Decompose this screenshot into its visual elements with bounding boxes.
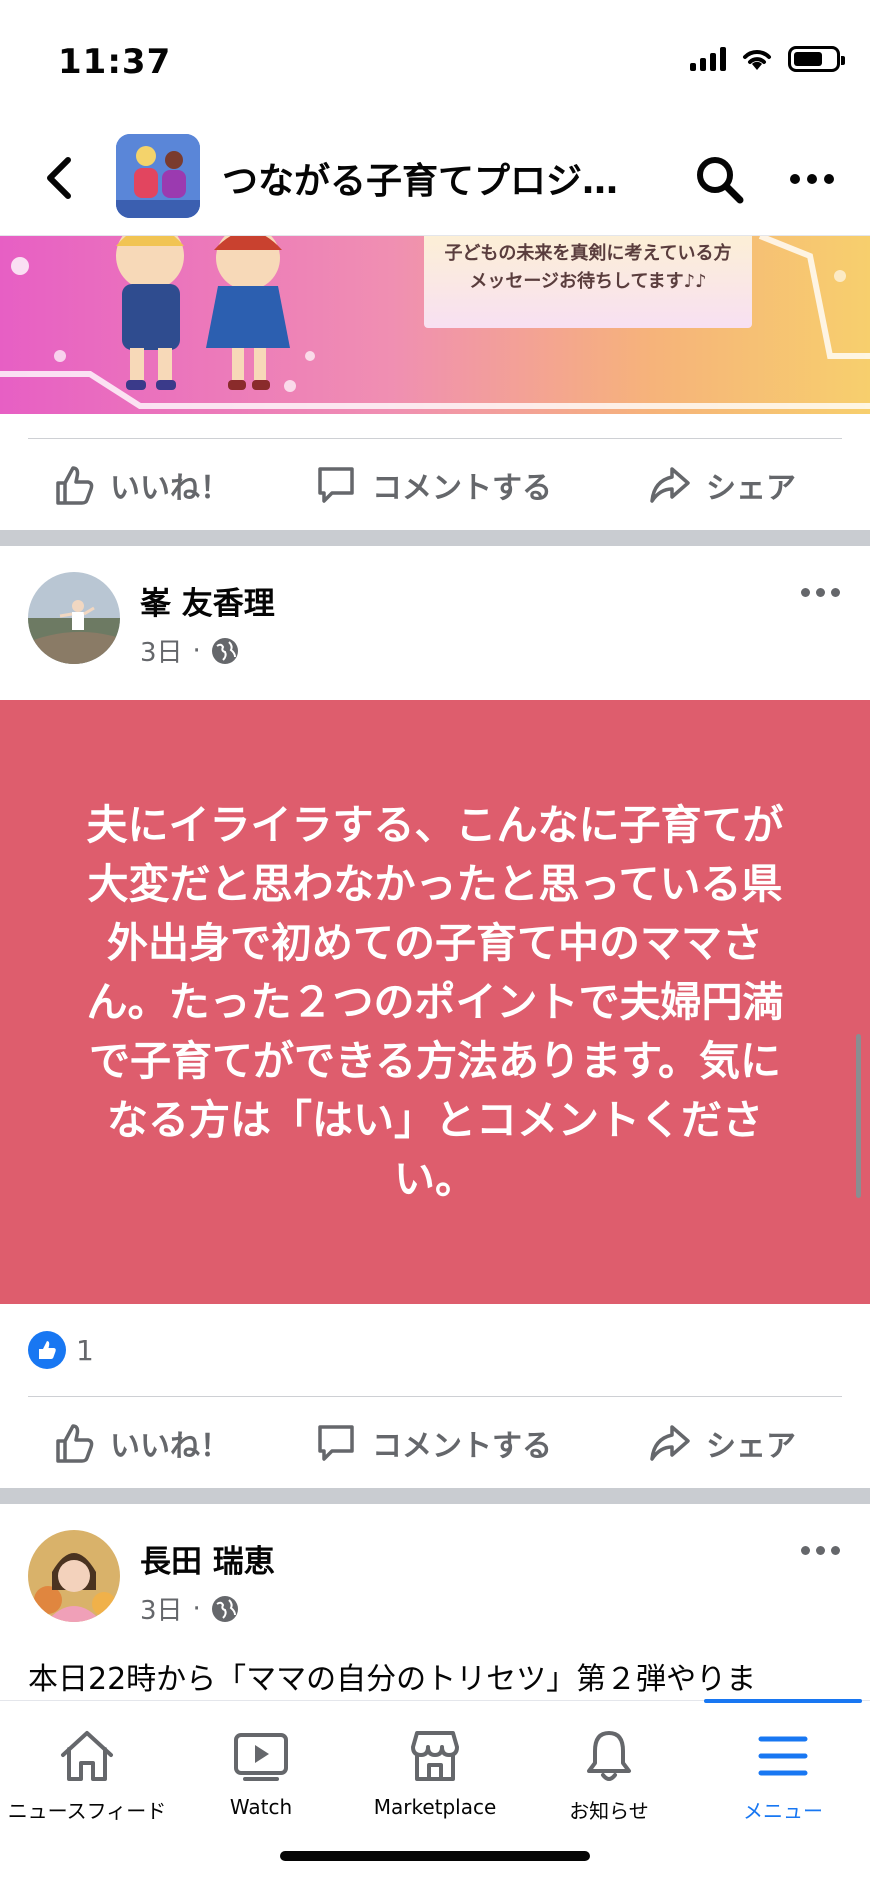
avatar[interactable] (28, 1530, 120, 1622)
globe-icon (211, 637, 238, 664)
like-reaction-icon (28, 1331, 66, 1369)
nav-label: ニュースフィード (7, 1799, 167, 1823)
home-icon (61, 1731, 113, 1781)
colored-text-post[interactable]: 夫にイライラする、こんなに子育てが大変だと思わなかったと思っている県外出身で初め… (0, 700, 870, 1304)
status-time: 11:37 (58, 42, 172, 82)
group-avatar[interactable] (116, 134, 200, 218)
home-indicator[interactable] (280, 1851, 590, 1861)
chevron-left-icon (47, 157, 71, 199)
share-button[interactable]: シェア (648, 460, 796, 510)
nav-item-marketplace[interactable]: Marketplace (348, 1701, 522, 1833)
post-author[interactable]: 峯 友香理 (140, 578, 275, 623)
bell-icon (587, 1731, 631, 1781)
post-header: 峯 友香理 3日 · (0, 546, 870, 700)
wifi-icon (743, 50, 771, 70)
meta-separator: · (192, 1593, 201, 1624)
comment-label: コメントする (372, 1429, 552, 1464)
post-meta: 3日 · (140, 1590, 239, 1627)
post-action-bar: いいね！ コメントする シェア (0, 1396, 870, 1488)
search-button[interactable] (692, 152, 748, 208)
share-icon (650, 467, 690, 503)
globe-icon (211, 1595, 238, 1622)
thumbs-up-icon (56, 1424, 94, 1463)
battery-icon (788, 46, 845, 72)
avatar-image (28, 572, 120, 664)
video-icon (234, 1733, 288, 1781)
post-time[interactable]: 3日 (140, 1590, 183, 1627)
nav-item-news-feed[interactable]: ニュースフィード (0, 1701, 174, 1833)
search-icon (697, 157, 744, 204)
comment-button[interactable]: コメントする (314, 1418, 552, 1468)
comment-icon (318, 467, 354, 503)
post-image-banner[interactable]: 子どもの未来を真剣に考えている方 メッセージお待ちしてます♪♪ (0, 236, 870, 414)
banner-line-1: 子どもの未来を真剣に考えている方 (444, 243, 732, 264)
post-meta: 3日 · (140, 632, 239, 669)
post-text[interactable]: 本日22時から「ママの自分のトリセツ」第２弾やりま (28, 1654, 756, 1698)
status-icons (690, 46, 845, 72)
meta-separator: · (192, 635, 201, 666)
divider (28, 1396, 842, 1397)
status-bar: 11:37 (0, 0, 870, 120)
reaction-count: 1 (76, 1333, 94, 1367)
like-button[interactable]: いいね！ (52, 1418, 230, 1468)
post-separator (0, 530, 870, 546)
divider (28, 438, 842, 439)
banner-message-box: 子どもの未来を真剣に考えている方 メッセージお待ちしてます♪♪ (424, 236, 752, 328)
post-header: 長田 瑞恵 3日 · (0, 1504, 870, 1658)
comment-icon (318, 1425, 354, 1461)
thumbs-up-icon (56, 466, 94, 505)
like-label: いいね！ (110, 471, 230, 506)
nav-label: メニュー (743, 1799, 823, 1823)
post-separator (0, 1488, 870, 1504)
avatar-image (28, 1530, 120, 1622)
share-icon (650, 1425, 690, 1461)
post-text: 夫にイライラする、こんなに子育てが大変だと思わなかったと思っている県外出身で初め… (86, 800, 784, 1203)
back-button[interactable] (34, 150, 84, 206)
cellular-signal-icon (690, 47, 726, 71)
like-button[interactable]: いいね！ (52, 460, 230, 510)
nav-item-menu[interactable]: メニュー (696, 1701, 870, 1833)
comment-button[interactable]: コメントする (314, 460, 552, 510)
avatar[interactable] (28, 572, 120, 664)
share-button[interactable]: シェア (648, 1418, 796, 1468)
group-header: つながる子育てプロジ… (0, 120, 870, 236)
scrollbar-thumb[interactable] (856, 1034, 861, 1198)
more-options-button[interactable] (784, 156, 840, 202)
nav-label: Marketplace (373, 1795, 497, 1819)
post-action-bar: いいね！ コメントする シェア (0, 438, 870, 530)
like-label: いいね！ (110, 1429, 230, 1464)
share-label: シェア (706, 1429, 796, 1464)
comment-label: コメントする (372, 471, 552, 506)
banner-line-2: メッセージお待ちしてます♪♪ (469, 271, 707, 292)
post-more-button[interactable] (801, 1546, 840, 1555)
nav-item-watch[interactable]: Watch (174, 1701, 348, 1833)
post-more-button[interactable] (801, 588, 840, 597)
group-avatar-image (116, 134, 200, 218)
nav-label: お知らせ (569, 1799, 649, 1823)
menu-icon (758, 1736, 808, 1776)
post-time[interactable]: 3日 (140, 632, 183, 669)
share-label: シェア (706, 471, 796, 506)
post-author[interactable]: 長田 瑞恵 (140, 1536, 275, 1581)
nav-item-notifications[interactable]: お知らせ (522, 1701, 696, 1833)
group-title[interactable]: つながる子育てプロジ… (222, 152, 642, 204)
nav-label: Watch (229, 1795, 293, 1819)
reactions-summary[interactable]: 1 (0, 1304, 870, 1396)
shop-icon (411, 1731, 459, 1781)
